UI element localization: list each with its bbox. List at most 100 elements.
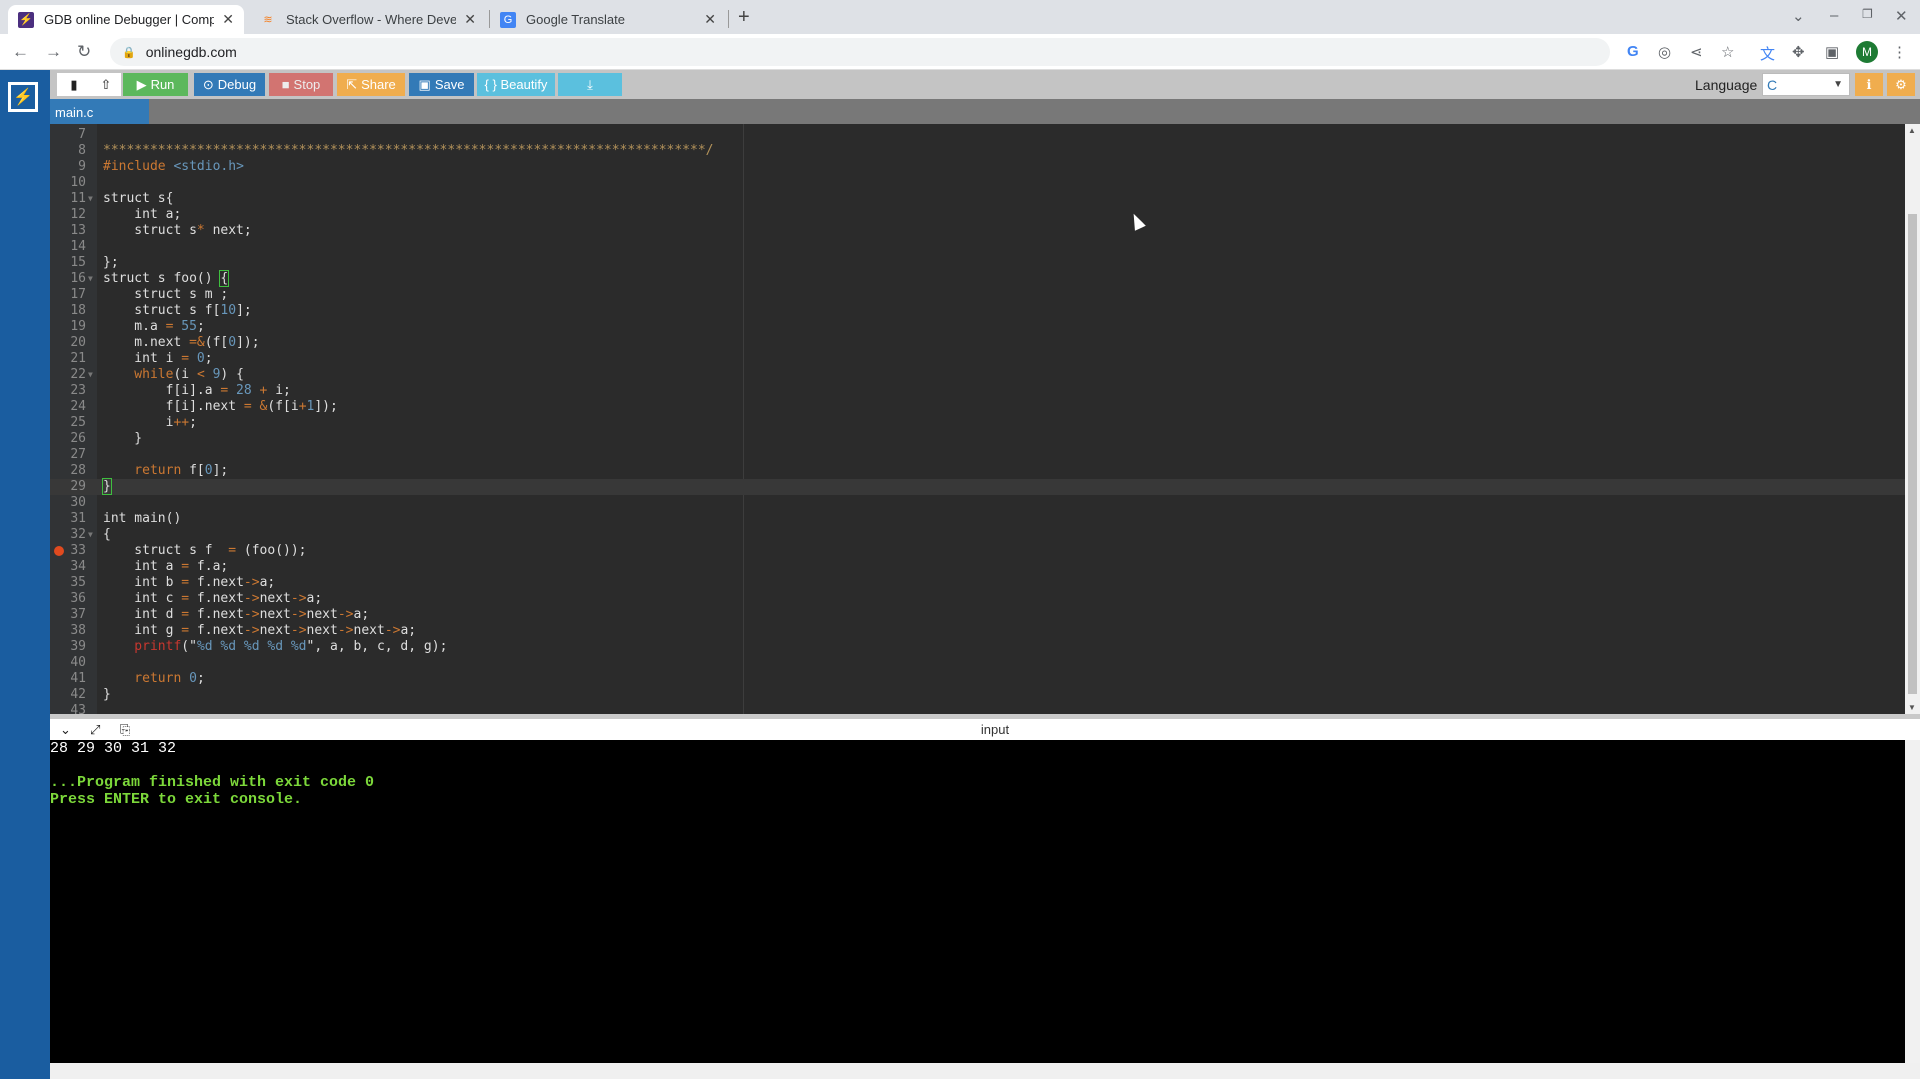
line-number[interactable]: 26: [50, 431, 86, 447]
console-scrollbar[interactable]: [1905, 740, 1920, 1063]
code-line[interactable]: 36 int c = f.next->next->a;: [50, 591, 1905, 607]
code-line[interactable]: 31 int main(): [50, 511, 1905, 527]
code-line[interactable]: 42}: [50, 687, 1905, 703]
line-number[interactable]: 30: [50, 495, 86, 511]
extensions-icon[interactable]: ✥: [1792, 43, 1805, 61]
code-line[interactable]: 22 ▼ while(i < 9) {: [50, 367, 1905, 383]
save-button[interactable]: ▣ Save: [409, 73, 474, 96]
bookmark-star-icon[interactable]: ☆: [1721, 43, 1734, 61]
line-number[interactable]: 42: [50, 687, 86, 703]
code-line[interactable]: 43: [50, 703, 1905, 714]
code-line[interactable]: 19 m.a = 55;: [50, 319, 1905, 335]
line-number[interactable]: 27: [50, 447, 86, 463]
code-line[interactable]: 41 return 0;: [50, 671, 1905, 687]
line-number[interactable]: 32: [50, 527, 86, 543]
code-line[interactable]: 14: [50, 239, 1905, 255]
browser-tab-stackoverflow[interactable]: ≋ Stack Overflow - Where Devel ✕: [250, 5, 486, 34]
close-window-icon[interactable]: ✕: [1895, 7, 1908, 25]
editor-scrollbar[interactable]: ▲ ▼: [1905, 124, 1920, 714]
code-line[interactable]: 30: [50, 495, 1905, 511]
forward-icon[interactable]: →: [45, 42, 62, 62]
fold-arrow-icon[interactable]: ▼: [88, 367, 93, 383]
menu-icon[interactable]: ⋮: [1892, 43, 1907, 61]
line-number[interactable]: 11: [50, 191, 86, 207]
line-number[interactable]: 14: [50, 239, 86, 255]
eye-off-icon[interactable]: ◎: [1658, 43, 1671, 61]
code-line[interactable]: 10: [50, 175, 1905, 191]
minimize-icon[interactable]: –: [1830, 7, 1838, 24]
line-number[interactable]: 20: [50, 335, 86, 351]
code-line[interactable]: 20 m.next =&(f[0]);: [50, 335, 1905, 351]
code-line[interactable]: 24 f[i].next = &(f[i+1]);: [50, 399, 1905, 415]
back-icon[interactable]: ←: [12, 42, 29, 62]
collapse-chevron-icon[interactable]: ⌄: [60, 722, 71, 738]
beautify-button[interactable]: { } Beautify: [477, 73, 555, 96]
file-tab-main-c[interactable]: main.c: [50, 99, 149, 124]
line-number[interactable]: 24: [50, 399, 86, 415]
line-number[interactable]: 29: [50, 479, 86, 495]
code-line[interactable]: 39 printf("%d %d %d %d %d", a, b, c, d, …: [50, 639, 1905, 655]
line-number[interactable]: 34: [50, 559, 86, 575]
code-line[interactable]: 23 f[i].a = 28 + i;: [50, 383, 1905, 399]
code-line[interactable]: 8 ***************************************…: [50, 143, 1905, 159]
run-button[interactable]: ▶ Run: [123, 73, 188, 96]
line-number[interactable]: 35: [50, 575, 86, 591]
lightning-logo-icon[interactable]: ⚡: [8, 82, 38, 112]
url-input[interactable]: 🔒 onlinegdb.com: [110, 38, 1610, 66]
code-line[interactable]: 27: [50, 447, 1905, 463]
line-number[interactable]: 43: [50, 703, 86, 714]
line-number[interactable]: 31: [50, 511, 86, 527]
upload-button[interactable]: ⇧: [91, 73, 121, 96]
code-line[interactable]: 13 struct s* next;: [50, 223, 1905, 239]
code-line[interactable]: 38 int g = f.next->next->next->next->a;: [50, 623, 1905, 639]
browser-tab-translate[interactable]: G Google Translate ✕: [490, 5, 726, 34]
line-number[interactable]: 7: [50, 127, 86, 143]
browser-tab-gdb[interactable]: ⚡ GDB online Debugger | Compi ✕: [8, 5, 244, 34]
line-number[interactable]: 17: [50, 287, 86, 303]
reload-icon[interactable]: ↻: [77, 42, 91, 62]
code-line[interactable]: 7: [50, 127, 1905, 143]
fold-arrow-icon[interactable]: ▼: [88, 527, 93, 543]
line-number[interactable]: 15: [50, 255, 86, 271]
stop-button[interactable]: ■ Stop: [269, 73, 333, 96]
line-number[interactable]: 37: [50, 607, 86, 623]
code-line[interactable]: 37 int d = f.next->next->next->a;: [50, 607, 1905, 623]
expand-icon[interactable]: ⤢: [90, 722, 100, 738]
console-output[interactable]: 28 29 30 31 32 ...Program finished with …: [50, 740, 1905, 1063]
line-number[interactable]: 12: [50, 207, 86, 223]
translate-icon[interactable]: 文: [1760, 43, 1775, 64]
code-line[interactable]: 32 ▼ {: [50, 527, 1905, 543]
new-tab-button[interactable]: +: [738, 6, 750, 29]
code-line[interactable]: 33 struct s f = (foo());: [50, 543, 1905, 559]
code-line[interactable]: 25 i++;: [50, 415, 1905, 431]
code-line[interactable]: 15};: [50, 255, 1905, 271]
line-number[interactable]: 36: [50, 591, 86, 607]
code-line[interactable]: 35 int b = f.next->a;: [50, 575, 1905, 591]
code-line[interactable]: 12 int a;: [50, 207, 1905, 223]
code-line[interactable]: 40: [50, 655, 1905, 671]
line-number[interactable]: 19: [50, 319, 86, 335]
code-line[interactable]: 18 struct s f[10];: [50, 303, 1905, 319]
line-number[interactable]: 25: [50, 415, 86, 431]
line-number[interactable]: 38: [50, 623, 86, 639]
close-tab-icon[interactable]: ✕: [464, 11, 476, 28]
avatar[interactable]: M: [1856, 41, 1878, 63]
code-line[interactable]: 28 return f[0];: [50, 463, 1905, 479]
restore-icon[interactable]: ❐: [1862, 7, 1873, 21]
info-button[interactable]: ℹ: [1855, 73, 1883, 96]
line-number[interactable]: 22: [50, 367, 86, 383]
code-line[interactable]: 11 ▼ struct s{: [50, 191, 1905, 207]
language-select[interactable]: C ▼: [1762, 73, 1850, 96]
code-line[interactable]: 17 struct s m ;: [50, 287, 1905, 303]
code-line[interactable]: 9 #include <stdio.h>: [50, 159, 1905, 175]
line-number[interactable]: 9: [50, 159, 86, 175]
tab-search-icon[interactable]: ⌄: [1792, 7, 1805, 25]
download-button[interactable]: ⤓: [558, 73, 622, 96]
close-tab-icon[interactable]: ✕: [704, 11, 716, 28]
line-number[interactable]: 13: [50, 223, 86, 239]
code-line[interactable]: 21 int i = 0;: [50, 351, 1905, 367]
new-file-button[interactable]: ▮: [57, 73, 91, 96]
line-number[interactable]: 8: [50, 143, 86, 159]
line-number[interactable]: 39: [50, 639, 86, 655]
scroll-up-icon[interactable]: ▲: [1908, 126, 1916, 135]
